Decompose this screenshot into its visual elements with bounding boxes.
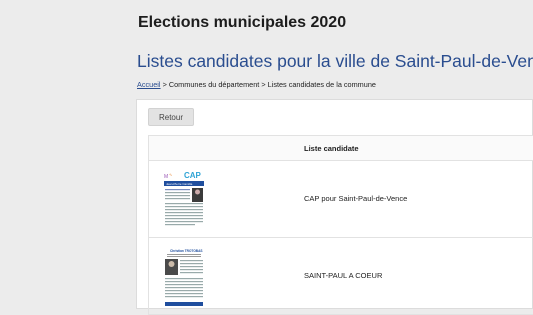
table-row[interactable]: M ∿ CAP Jean-Pierre Camilla CAP pour Sai… — [149, 161, 533, 238]
svg-text:CAP: CAP — [184, 171, 202, 180]
list-name: CAP pour Saint-Paul-de-Vence — [304, 194, 408, 203]
breadcrumb-separator: > — [162, 80, 167, 89]
breadcrumb-communes: Communes du département — [168, 80, 260, 89]
candidate-lists-table: Liste candidate M ∿ CAP Jean-Pierre Cami… — [148, 135, 533, 315]
breadcrumb-separator: > — [261, 80, 266, 89]
svg-text:M: M — [164, 174, 168, 180]
list-document-thumbnail[interactable]: Christian TROTOBAS — [161, 246, 207, 307]
document-preview-icon: Christian TROTOBAS — [161, 246, 207, 307]
page-title: Listes candidates pour la ville de Saint… — [137, 51, 533, 71]
list-name: SAINT-PAUL A COEUR — [304, 271, 383, 280]
breadcrumb-current: Listes candidates de la commune — [267, 80, 376, 89]
document-preview-icon: M ∿ CAP Jean-Pierre Camilla — [161, 169, 207, 230]
main-content: Elections municipales 2020 Listes candid… — [136, 0, 533, 315]
breadcrumb-home-link[interactable]: Accueil — [137, 80, 161, 89]
column-header-liste: Liste candidate — [304, 144, 359, 153]
site-title: Elections municipales 2020 — [138, 14, 347, 31]
candidate-lists-panel: Retour Liste candidate M ∿ CAP Jean-Pier… — [136, 99, 533, 315]
svg-text:Jean-Pierre Camilla: Jean-Pierre Camilla — [166, 182, 193, 186]
table-header: Liste candidate — [149, 136, 533, 161]
back-button[interactable]: Retour — [148, 108, 194, 126]
breadcrumb: Accueil > Communes du département > List… — [137, 80, 376, 89]
svg-text:Christian TROTOBAS: Christian TROTOBAS — [170, 249, 203, 253]
list-document-thumbnail[interactable]: M ∿ CAP Jean-Pierre Camilla — [161, 169, 207, 230]
table-row[interactable]: Christian TROTOBAS SAINT-PAUL A COEUR — [149, 238, 533, 315]
svg-text:∿: ∿ — [169, 172, 172, 177]
